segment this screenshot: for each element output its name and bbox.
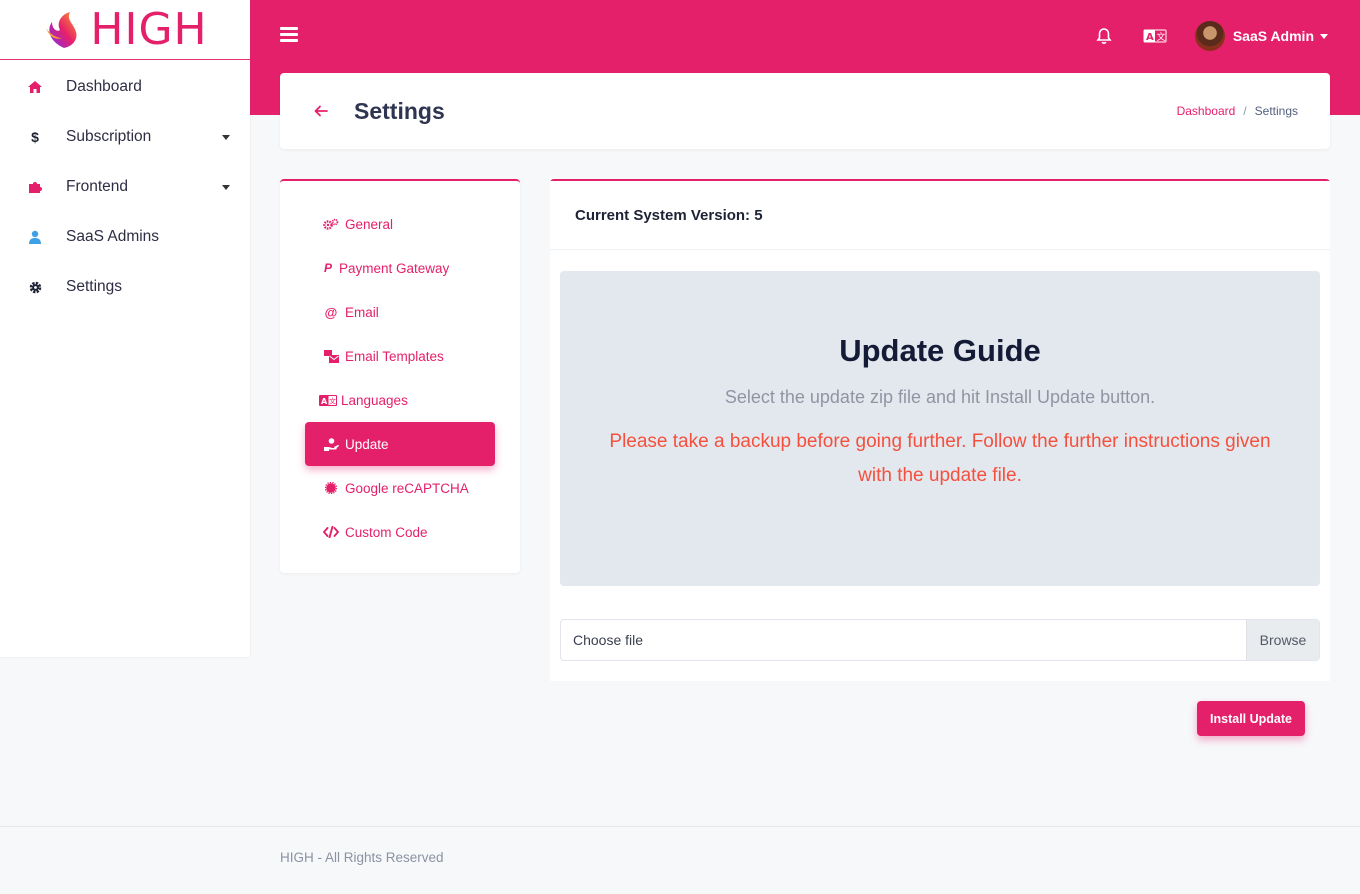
update-guide-title: Update Guide bbox=[839, 333, 1041, 368]
update-card-footer: Install Update bbox=[550, 681, 1330, 759]
gear-icon bbox=[26, 278, 44, 296]
update-file-input[interactable]: Choose file Browse bbox=[560, 619, 1320, 661]
update-guide-warning: Please take a backup before going furthe… bbox=[609, 431, 1271, 486]
paypal-icon: P bbox=[323, 261, 332, 275]
settings-tab-google-recaptcha[interactable]: Google reCAPTCHA bbox=[280, 466, 520, 510]
flame-logo-icon bbox=[46, 11, 77, 48]
settings-tab-label: Custom Code bbox=[345, 524, 428, 540]
breadcrumb-dashboard-link[interactable]: Dashboard bbox=[1177, 104, 1236, 118]
svg-text:A: A bbox=[1146, 32, 1154, 43]
update-card: Current System Version: 5 Update Guide S… bbox=[550, 179, 1330, 759]
settings-tab-languages[interactable]: A文 Languages bbox=[280, 378, 520, 422]
code-icon bbox=[323, 525, 339, 539]
svg-text:A: A bbox=[321, 397, 328, 406]
sidebar-item-label: Dashboard bbox=[66, 78, 142, 95]
menu-icon[interactable] bbox=[280, 27, 298, 43]
hand-holding-icon bbox=[323, 437, 339, 451]
file-name-field[interactable]: Choose file bbox=[561, 620, 1246, 660]
sidebar-item-label: Subscription bbox=[66, 128, 152, 145]
avatar bbox=[1194, 21, 1225, 51]
language-icon[interactable]: A 文 bbox=[1143, 29, 1167, 43]
settings-menu: General P Payment Gateway @ Email Email … bbox=[280, 179, 520, 573]
breadcrumb-current: Settings bbox=[1254, 104, 1298, 118]
settings-tab-payment-gateway[interactable]: P Payment Gateway bbox=[280, 246, 520, 290]
page-footer: HIGH - All Rights Reserved bbox=[0, 826, 1360, 894]
settings-tab-update[interactable]: Update bbox=[305, 422, 495, 466]
chevron-down-icon bbox=[222, 134, 230, 140]
settings-tab-custom-code[interactable]: Custom Code bbox=[280, 510, 520, 554]
header-actions: A 文 SaaS Admin bbox=[1095, 20, 1328, 52]
svg-text:文: 文 bbox=[1156, 31, 1165, 43]
sidebar-item-label: SaaS Admins bbox=[66, 228, 160, 245]
sidebar-nav: Dashboard $ Subscription Frontend SaaS A… bbox=[0, 60, 250, 312]
user-menu[interactable]: SaaS Admin bbox=[1194, 21, 1328, 51]
gears-icon bbox=[323, 217, 339, 231]
breadcrumb-separator: / bbox=[1243, 104, 1247, 118]
update-card-body: Update Guide Select the update zip file … bbox=[550, 250, 1330, 681]
settings-tab-label: General bbox=[345, 216, 394, 232]
settings-tab-label: Languages bbox=[341, 392, 408, 408]
system-version: Current System Version: 5 bbox=[550, 181, 1330, 250]
copyright-text: HIGH - All Rights Reserved bbox=[280, 850, 444, 865]
language-icon: A文 bbox=[319, 393, 337, 407]
page-title: Settings bbox=[354, 97, 445, 124]
brand[interactable]: HIGH bbox=[0, 0, 250, 60]
install-update-button[interactable]: Install Update bbox=[1197, 701, 1305, 736]
certificate-icon bbox=[323, 481, 339, 495]
home-icon bbox=[26, 78, 44, 96]
breadcrumb: Dashboard / Settings bbox=[1177, 104, 1298, 118]
user-icon bbox=[26, 228, 44, 246]
dollar-icon: $ bbox=[31, 129, 39, 145]
update-guide-panel: Update Guide Select the update zip file … bbox=[560, 271, 1320, 586]
update-guide-subtitle: Select the update zip file and hit Insta… bbox=[724, 387, 1156, 407]
settings-tab-label: Email bbox=[345, 304, 379, 320]
settings-tab-general[interactable]: General bbox=[280, 202, 520, 246]
sidebar-item-settings[interactable]: Settings bbox=[0, 262, 250, 312]
bell-icon[interactable] bbox=[1095, 27, 1113, 45]
sidebar-item-subscription[interactable]: $ Subscription bbox=[0, 112, 250, 162]
sidebar: HIGH Dashboard $ Subscription Frontend S… bbox=[0, 0, 250, 657]
brand-name: HIGH bbox=[90, 3, 208, 55]
settings-tab-label: Email Templates bbox=[345, 348, 444, 364]
puzzle-icon bbox=[26, 178, 44, 196]
sidebar-item-frontend[interactable]: Frontend bbox=[0, 162, 250, 212]
settings-tab-email[interactable]: @ Email bbox=[280, 290, 520, 334]
chevron-down-icon bbox=[1320, 33, 1328, 39]
mail-bulk-icon bbox=[323, 349, 339, 363]
settings-tab-label: Payment Gateway bbox=[339, 260, 450, 276]
svg-text:文: 文 bbox=[329, 396, 336, 405]
sidebar-item-label: Settings bbox=[66, 278, 123, 295]
browse-button[interactable]: Browse bbox=[1246, 620, 1319, 660]
sidebar-item-dashboard[interactable]: Dashboard bbox=[0, 62, 250, 112]
settings-tab-email-templates[interactable]: Email Templates bbox=[280, 334, 520, 378]
sidebar-item-saas-admins[interactable]: SaaS Admins bbox=[0, 212, 250, 262]
sidebar-item-label: Frontend bbox=[66, 178, 129, 195]
at-icon: @ bbox=[324, 304, 338, 320]
page-header: Settings Dashboard / Settings bbox=[280, 73, 1330, 149]
settings-tab-label: Update bbox=[345, 436, 389, 452]
chevron-down-icon bbox=[222, 184, 230, 190]
settings-tab-label: Google reCAPTCHA bbox=[345, 480, 469, 496]
arrow-left-icon[interactable] bbox=[314, 104, 328, 118]
user-name: SaaS Admin bbox=[1232, 28, 1314, 44]
